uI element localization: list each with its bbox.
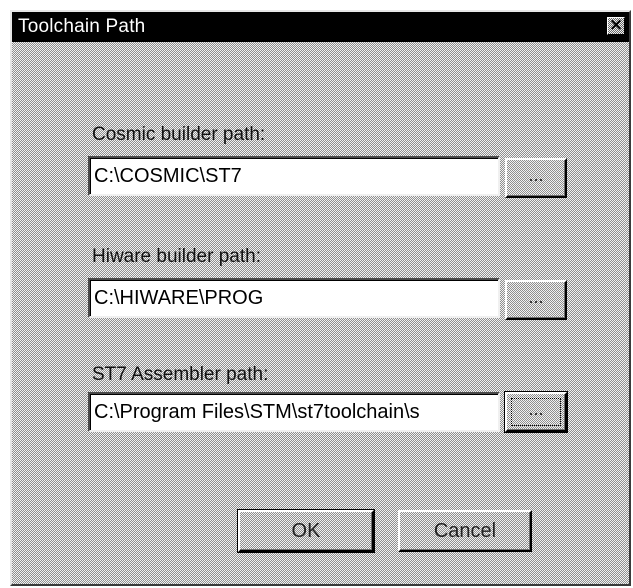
close-x-icon: × — [608, 15, 624, 35]
cosmic-path-label: Cosmic builder path: — [92, 124, 266, 145]
hiware-path-field[interactable] — [88, 278, 500, 318]
st7-assembler-browse-button[interactable]: ... — [504, 391, 568, 433]
cancel-button[interactable]: Cancel — [398, 510, 532, 552]
cosmic-path-input[interactable] — [90, 158, 498, 194]
hiware-path-input[interactable] — [90, 280, 498, 316]
ok-button[interactable]: OK — [237, 509, 375, 553]
hiware-path-label: Hiware builder path: — [92, 246, 261, 267]
close-button[interactable]: × — [607, 15, 625, 35]
st7-assembler-path-label: ST7 Assembler path: — [92, 364, 269, 385]
dialog-title: Toolchain Path — [18, 16, 146, 37]
title-bar[interactable]: Toolchain Path × — [12, 12, 629, 42]
toolchain-path-dialog: Toolchain Path × Cosmic builder path: ..… — [10, 10, 631, 586]
hiware-browse-button[interactable]: ... — [505, 280, 567, 320]
st7-assembler-path-field[interactable] — [88, 392, 500, 432]
focus-indicator — [511, 398, 561, 426]
cosmic-browse-button[interactable]: ... — [505, 158, 567, 198]
st7-assembler-path-input[interactable] — [90, 394, 498, 430]
cosmic-path-field[interactable] — [88, 156, 500, 196]
